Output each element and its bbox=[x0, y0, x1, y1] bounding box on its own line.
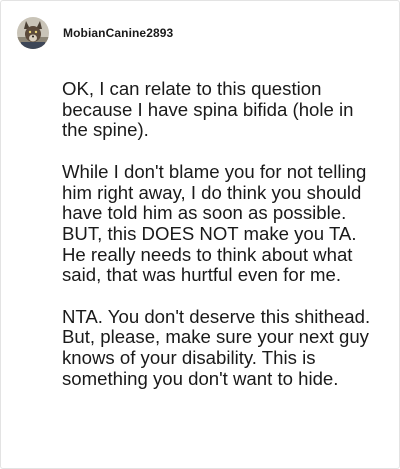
wolf-avatar-icon bbox=[17, 17, 49, 49]
comment-paragraph: OK, I can relate to this question becaus… bbox=[62, 78, 354, 141]
comment-paragraph: While I don't blame you for not telling … bbox=[62, 160, 367, 286]
comment-paragraph: NTA. You don't deserve this shithead. Bu… bbox=[62, 305, 371, 389]
user-avatar[interactable] bbox=[17, 17, 49, 49]
comment-header: MobianCanine2893 bbox=[17, 17, 173, 49]
username[interactable]: MobianCanine2893 bbox=[63, 26, 173, 40]
comment-body: OK, I can relate to this question becaus… bbox=[62, 78, 380, 390]
comment-card: MobianCanine2893 OK, I can relate to thi… bbox=[0, 0, 400, 469]
